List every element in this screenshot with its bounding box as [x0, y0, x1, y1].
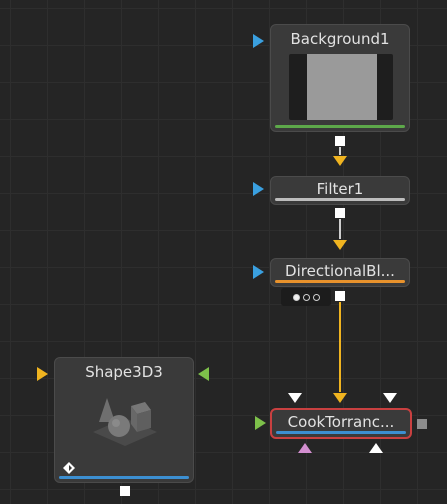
dot-3[interactable]: [312, 293, 320, 301]
node-background1-label: Background1: [290, 30, 390, 48]
cook-bottom-input-pink-icon[interactable]: [298, 443, 312, 453]
shape3d-output-bar: [59, 476, 189, 479]
directional-output-bar: [275, 280, 405, 283]
node-canvas[interactable]: Background1 Filter1 DirectionalBl... Sha…: [0, 0, 447, 504]
filter-side-input-icon[interactable]: [253, 182, 264, 196]
node-shape3d3[interactable]: Shape3D3: [54, 357, 194, 483]
diamond-icon[interactable]: [63, 462, 75, 474]
link-directional-cook: [339, 302, 341, 392]
directional-side-input-icon[interactable]: [253, 265, 264, 279]
background-input-icon[interactable]: [253, 34, 264, 48]
filter-output-port[interactable]: [335, 208, 345, 218]
link-background-filter: [339, 147, 341, 155]
shape3d-output-port[interactable]: [120, 486, 130, 496]
three-dots-toggle[interactable]: [281, 288, 331, 306]
dot-1[interactable]: [292, 293, 300, 301]
cook-side-input-icon[interactable]: [255, 416, 266, 430]
background-output-port[interactable]: [335, 136, 345, 146]
cook-top-input-right-icon[interactable]: [383, 393, 397, 403]
shape3d-input-icon[interactable]: [37, 367, 48, 381]
cook-top-input-left-icon[interactable]: [288, 393, 302, 403]
cook-output-bar: [276, 431, 406, 434]
cook-bottom-input-white-icon[interactable]: [369, 443, 383, 453]
background-output-bar: [275, 125, 405, 128]
node-background1[interactable]: Background1: [270, 24, 410, 132]
filter-input-arrow-icon[interactable]: [333, 156, 347, 166]
cook-side-output-port[interactable]: [417, 419, 427, 429]
shape3d-side-input-icon[interactable]: [198, 367, 209, 381]
link-filter-directional: [339, 219, 341, 239]
node-shape3d3-label: Shape3D3: [85, 363, 163, 381]
cook-main-input-arrow-icon[interactable]: [333, 393, 347, 403]
background-thumbnail: [289, 54, 393, 120]
dot-2[interactable]: [302, 293, 310, 301]
3d-shapes-icon: [93, 398, 157, 446]
directional-input-arrow-icon[interactable]: [333, 240, 347, 250]
directional-output-port[interactable]: [335, 291, 345, 301]
node-cook-torrance[interactable]: CookTorranc...: [270, 408, 412, 439]
node-filter1[interactable]: Filter1: [270, 176, 410, 205]
filter-output-bar: [275, 198, 405, 201]
gray-swatch: [307, 54, 377, 120]
node-directional-blur[interactable]: DirectionalBl...: [270, 258, 410, 287]
